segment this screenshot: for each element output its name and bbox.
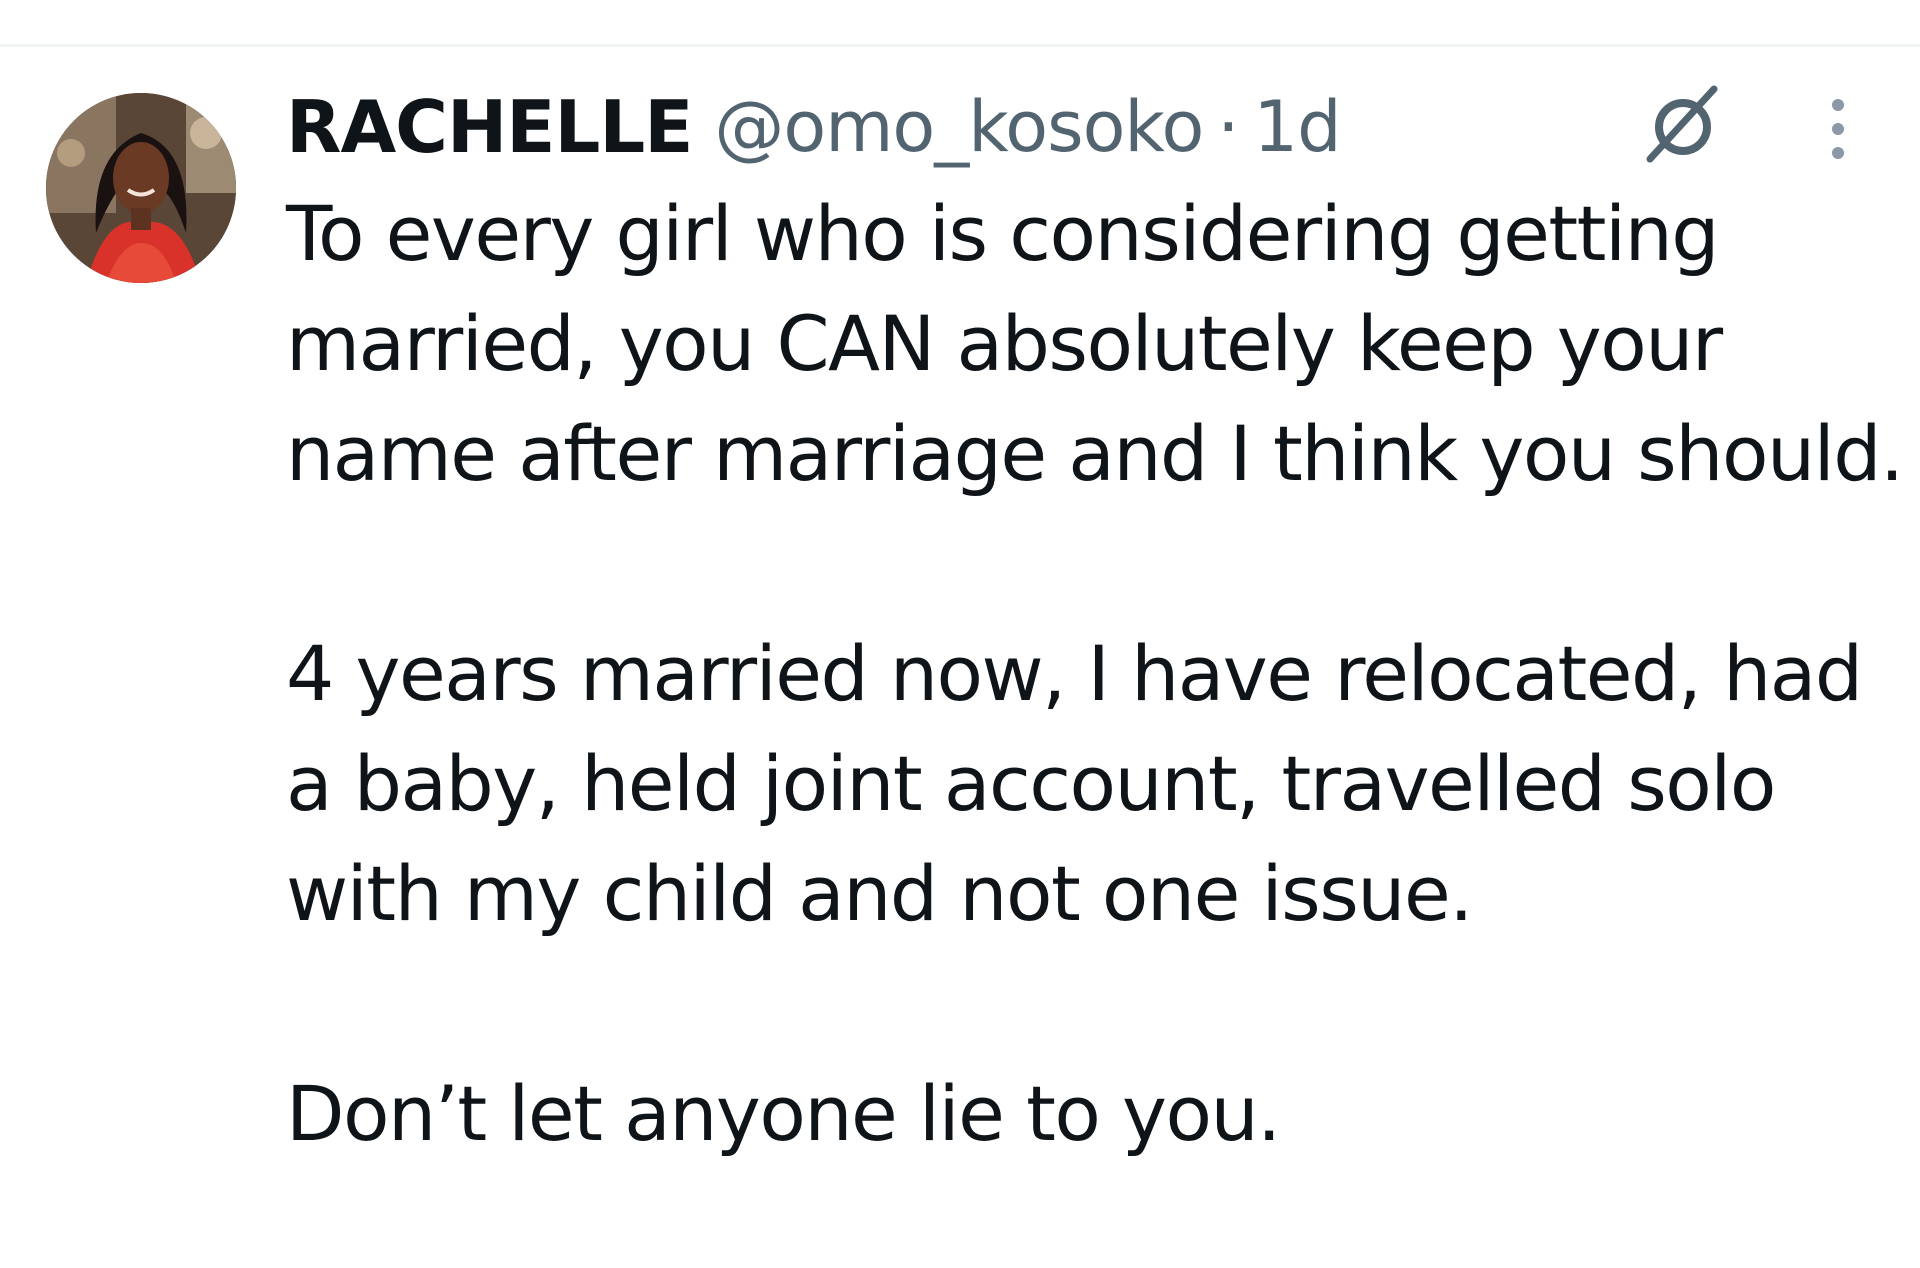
separator-dot: · — [1217, 86, 1240, 168]
more-options-icon[interactable] — [1816, 95, 1860, 167]
tweet-text: To every girl who is considering getting… — [286, 179, 1906, 1169]
avatar[interactable] — [46, 93, 236, 283]
tweet-paragraph: To every girl who is considering getting… — [286, 189, 1904, 498]
tweet-paragraph: 4 years married now, I have relocated, h… — [286, 629, 1863, 938]
tweet-header: RACHELLE @omo_kosoko · 1d — [286, 77, 1342, 177]
avatar-image — [46, 93, 236, 283]
display-name[interactable]: RACHELLE — [286, 85, 693, 169]
user-handle[interactable]: @omo_kosoko — [714, 86, 1204, 168]
tweet[interactable]: RACHELLE @omo_kosoko · 1d To every girl … — [0, 47, 1920, 1268]
grok-icon[interactable] — [1640, 81, 1726, 167]
timestamp[interactable]: 1d — [1254, 86, 1342, 168]
tweet-paragraph: Don’t let anyone lie to you. — [286, 1069, 1281, 1158]
